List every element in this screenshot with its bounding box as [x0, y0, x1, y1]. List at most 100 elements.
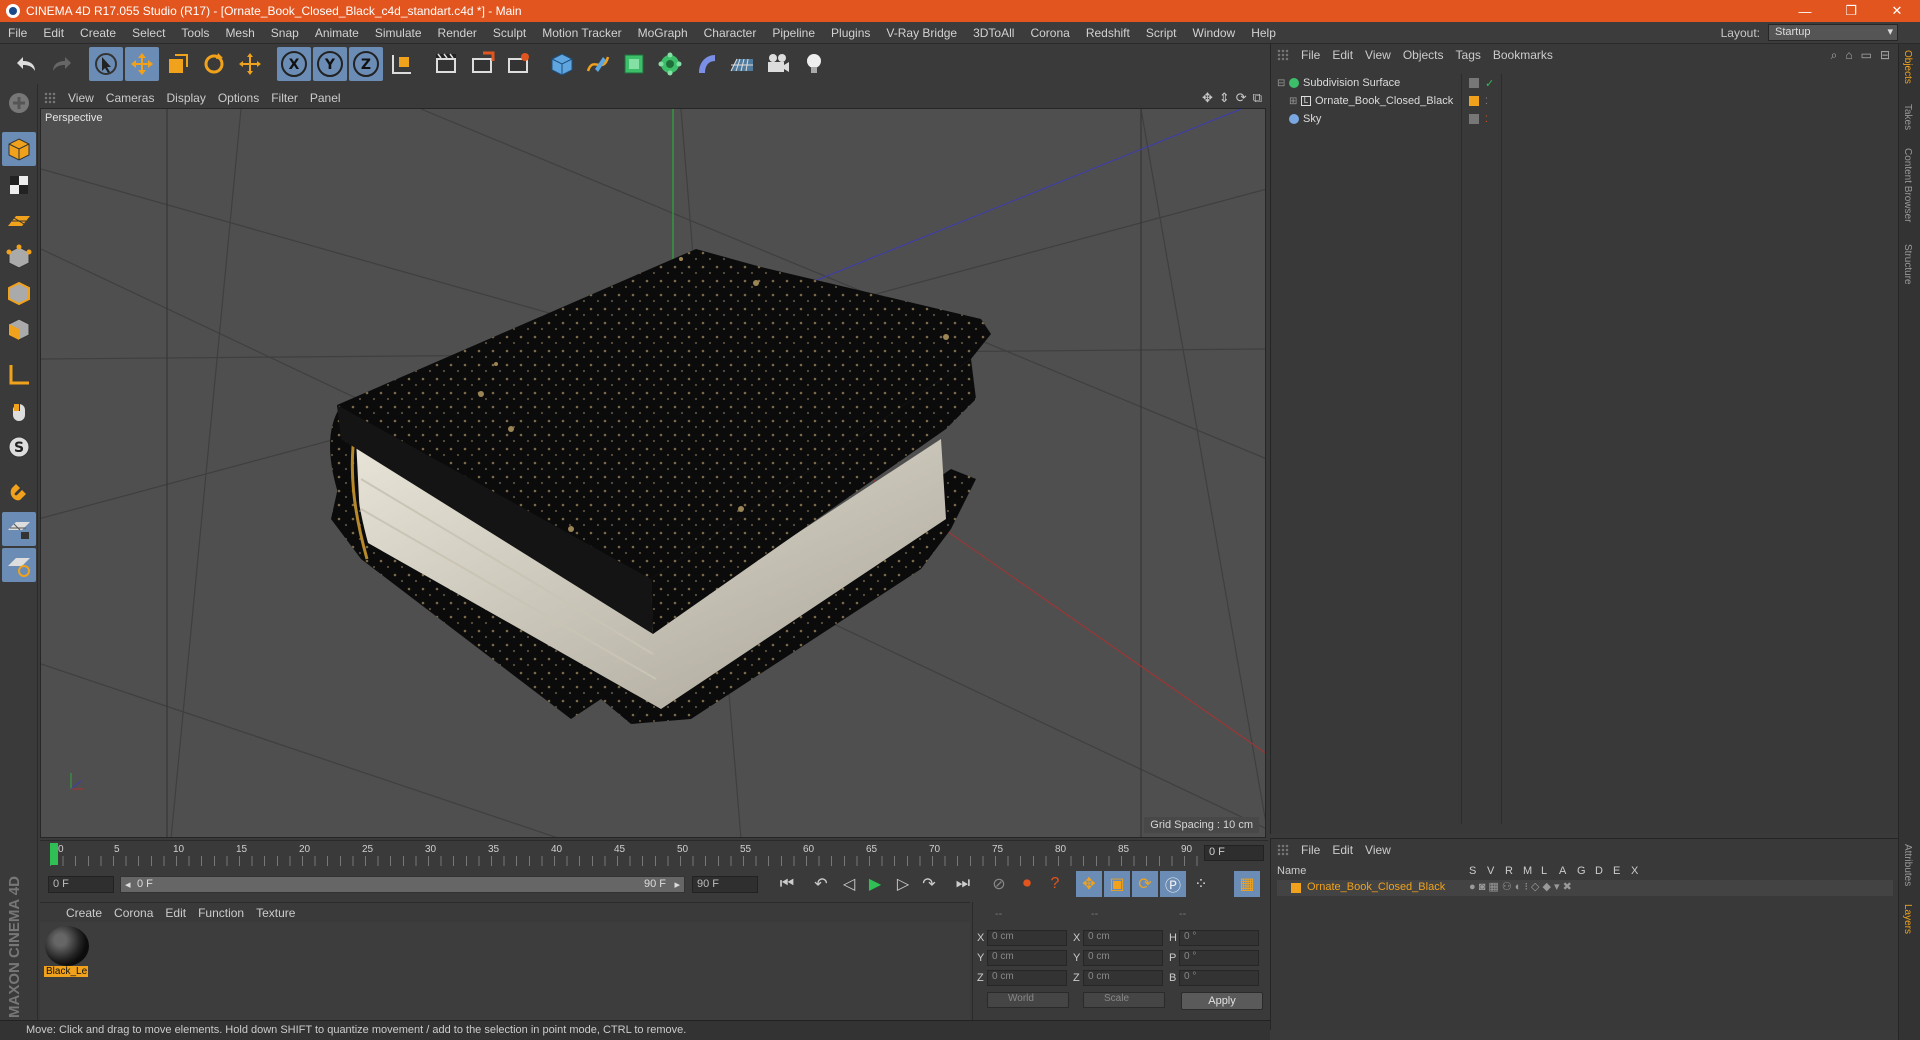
layers-menu-file[interactable]: File — [1301, 843, 1332, 857]
minimize-button[interactable]: — — [1782, 0, 1828, 22]
objects-menu-file[interactable]: File — [1301, 48, 1332, 62]
menu-sculpt[interactable]: Sculpt — [485, 26, 534, 40]
material-menu-create[interactable]: Create — [44, 906, 114, 920]
tab-attributes[interactable]: Attributes — [1902, 844, 1913, 886]
undo-button[interactable] — [9, 47, 43, 81]
transform-tool-icon[interactable] — [233, 47, 267, 81]
objects-menu-edit[interactable]: Edit — [1332, 48, 1365, 62]
menu-window[interactable]: Window — [1185, 26, 1244, 40]
rot-p-field[interactable]: 0 ° — [1179, 950, 1259, 966]
close-button[interactable]: ✕ — [1874, 0, 1920, 22]
solo-mode-icon[interactable]: S — [2, 430, 36, 464]
menu-character[interactable]: Character — [696, 26, 765, 40]
viewport-menu-view[interactable]: View — [68, 91, 106, 105]
3d-viewport[interactable]: Perspective Grid Spacing : 10 cm — [40, 108, 1266, 838]
layer-tag-icon[interactable] — [1469, 96, 1479, 106]
menu-tools[interactable]: Tools — [173, 26, 217, 40]
move-tool-icon[interactable] — [125, 47, 159, 81]
preview-range-slider[interactable]: ◂ 0 F 90 F ▸ — [120, 876, 685, 893]
keyframe-selection-icon[interactable]: ? — [1042, 871, 1068, 897]
cube-primitive-icon[interactable] — [545, 47, 579, 81]
panel-grip-icon[interactable] — [44, 92, 56, 104]
pos-z-field[interactable]: 0 cm — [987, 970, 1067, 986]
viewport-menu-panel[interactable]: Panel — [310, 91, 353, 105]
next-key-icon[interactable]: ↷ — [916, 871, 942, 897]
layer-row[interactable]: Ornate_Book_Closed_Black ● ◙ ▦ ⚇ ◐ ⁝ ◇ ◆… — [1277, 880, 1893, 896]
viewport-zoom-icon[interactable]: ⇕ — [1219, 90, 1230, 106]
visibility-dots-icon[interactable]: ⁚ — [1485, 96, 1488, 107]
material-menu-function[interactable]: Function — [198, 906, 256, 920]
menu-corona[interactable]: Corona — [1022, 26, 1077, 40]
viewport-maximize-icon[interactable]: ⧉ — [1253, 90, 1262, 106]
layers-menu-view[interactable]: View — [1365, 843, 1403, 857]
y-axis-lock-button[interactable]: Y — [313, 47, 347, 81]
tab-layers[interactable]: Layers — [1902, 904, 1913, 934]
object-row-sky[interactable]: Sky ⁚ — [1275, 110, 1895, 128]
layer-color-icon[interactable] — [1291, 883, 1301, 893]
rot-b-field[interactable]: 0 ° — [1179, 970, 1259, 986]
points-mode-icon[interactable] — [2, 240, 36, 274]
viewport-menu-options[interactable]: Options — [218, 91, 271, 105]
x-axis-lock-button[interactable]: X — [277, 47, 311, 81]
layout-dropdown[interactable]: Startup — [1768, 24, 1898, 41]
maximize-button[interactable]: ❐ — [1828, 0, 1874, 22]
home-icon[interactable]: ⌂ — [1845, 48, 1852, 63]
menu-script[interactable]: Script — [1138, 26, 1185, 40]
range-left-arrow-icon[interactable]: ◂ — [125, 878, 131, 891]
layers-menu-edit[interactable]: Edit — [1332, 843, 1365, 857]
redo-button[interactable] — [45, 47, 79, 81]
menu-snap[interactable]: Snap — [263, 26, 307, 40]
key-scale-icon[interactable]: ▣ — [1104, 871, 1130, 897]
start-frame-field[interactable]: 0 F — [48, 876, 114, 893]
menu-animate[interactable]: Animate — [307, 26, 367, 40]
viewport-menu-filter[interactable]: Filter — [271, 91, 310, 105]
go-to-start-icon[interactable]: ⏮ — [774, 871, 800, 897]
objects-menu-objects[interactable]: Objects — [1403, 48, 1456, 62]
tab-takes[interactable]: Takes — [1902, 104, 1913, 130]
layer-tag-icon[interactable] — [1469, 78, 1479, 88]
layer-toggle-icons[interactable]: ● ◙ ▦ ⚇ ◐ ⁝ ◇ ◆ ▾ ✖ — [1469, 880, 1572, 893]
menu-help[interactable]: Help — [1243, 26, 1284, 40]
timeline-window-icon[interactable]: ▦ — [1234, 871, 1260, 897]
size-x-field[interactable]: 0 cm — [1083, 930, 1163, 946]
viewport-menu-cameras[interactable]: Cameras — [106, 91, 167, 105]
light-icon[interactable] — [797, 47, 831, 81]
timeline-ruler[interactable]: 0 5 10 15 20 25 30 35 40 45 50 55 60 65 … — [40, 840, 1268, 866]
texture-mode-icon[interactable] — [2, 168, 36, 202]
previous-frame-icon[interactable]: ◁ — [836, 871, 862, 897]
enabled-check-icon[interactable]: ✓ — [1485, 77, 1494, 90]
new-view-icon[interactable]: ▭ — [1861, 48, 1872, 63]
end-frame-field[interactable]: 90 F — [692, 876, 758, 893]
layer-tag-icon[interactable] — [1469, 114, 1479, 124]
material-menu-corona[interactable]: Corona — [114, 906, 165, 920]
snap-magnet-icon[interactable] — [2, 476, 36, 510]
scale-tool-icon[interactable] — [161, 47, 195, 81]
menu-vray-bridge[interactable]: V-Ray Bridge — [878, 26, 965, 40]
tab-content-browser[interactable]: Content Browser — [1902, 148, 1913, 222]
range-right-arrow-icon[interactable]: ▸ — [674, 878, 680, 891]
spline-pen-icon[interactable] — [581, 47, 615, 81]
axis-mode-icon[interactable] — [2, 358, 36, 392]
floor-object-icon[interactable] — [725, 47, 759, 81]
viewport-rotate-icon[interactable]: ⟳ — [1236, 90, 1247, 106]
menu-render[interactable]: Render — [430, 26, 485, 40]
menu-mograph[interactable]: MoGraph — [630, 26, 696, 40]
polygons-mode-icon[interactable] — [2, 312, 36, 346]
object-row-ornate-book[interactable]: ⊞ L Ornate_Book_Closed_Black ⁚ — [1275, 92, 1895, 110]
workplane-lock-icon[interactable] — [2, 512, 36, 546]
previous-key-icon[interactable]: ↶ — [808, 871, 834, 897]
menu-pipeline[interactable]: Pipeline — [764, 26, 823, 40]
size-y-field[interactable]: 0 cm — [1083, 950, 1163, 966]
current-frame-field[interactable]: 0 F — [1204, 845, 1264, 861]
subdivision-surface-icon[interactable] — [617, 47, 651, 81]
rotate-tool-icon[interactable] — [197, 47, 231, 81]
panel-grip-icon[interactable] — [1277, 49, 1289, 61]
menu-create[interactable]: Create — [72, 26, 124, 40]
apply-button[interactable]: Apply — [1181, 992, 1263, 1010]
expand-icon[interactable]: ⊞ — [1289, 96, 1297, 107]
edges-mode-icon[interactable] — [2, 276, 36, 310]
objects-menu-bookmarks[interactable]: Bookmarks — [1493, 48, 1565, 62]
menu-edit[interactable]: Edit — [35, 26, 72, 40]
coordinate-mode-dropdown[interactable]: World — [987, 992, 1069, 1008]
cloner-icon[interactable] — [653, 47, 687, 81]
